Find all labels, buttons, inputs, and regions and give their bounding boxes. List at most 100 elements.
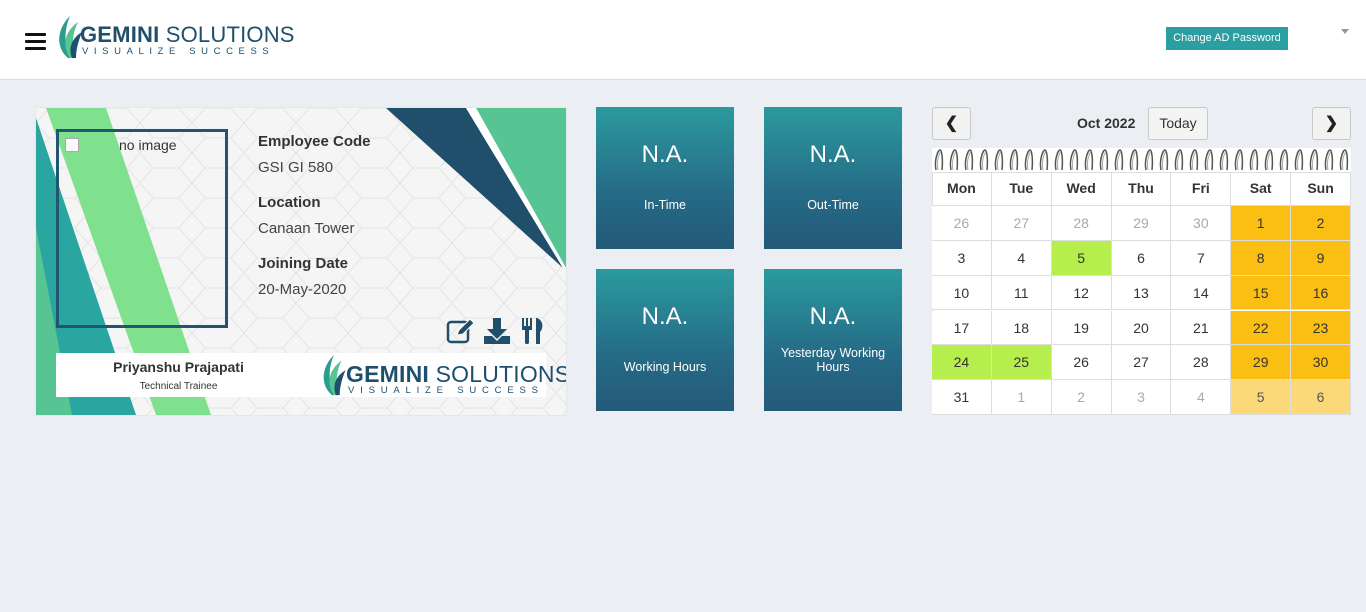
prev-month-button[interactable]: ❮ <box>932 107 971 140</box>
calendar-day-other-month[interactable]: 2 <box>1051 380 1112 415</box>
spiral-ring <box>1146 151 1152 171</box>
next-month-button[interactable]: ❯ <box>1312 107 1351 140</box>
spiral-ring <box>1326 151 1332 171</box>
spiral-ring <box>1114 149 1124 171</box>
working-hours-tile[interactable]: N.A. Working Hours <box>596 269 734 411</box>
attendance-calendar: ❮ Oct 2022 Today ❯ Mon Tue Wed Thu Fri Sat Sun… <box>932 107 1351 415</box>
calendar-day[interactable]: 26 <box>1051 345 1112 381</box>
edit-icon[interactable] <box>446 316 476 346</box>
calendar-day[interactable]: 2 <box>1291 206 1351 241</box>
calendar-day[interactable]: 24 <box>932 345 992 381</box>
calendar-day-other-month[interactable]: 26 <box>932 206 992 241</box>
spiral-ring <box>979 149 989 171</box>
calendar-day[interactable]: 16 <box>1291 275 1351 311</box>
employee-id-card: no image Employee Code GSI GI 580 Locati… <box>36 108 566 415</box>
calendar-day[interactable]: 15 <box>1231 275 1292 311</box>
calendar-day[interactable]: 29 <box>1231 345 1292 381</box>
food-icon[interactable] <box>518 316 548 346</box>
calendar-day[interactable]: 10 <box>932 275 992 311</box>
calendar-day[interactable]: 22 <box>1231 310 1292 346</box>
calendar-day[interactable]: 18 <box>991 310 1052 346</box>
location-label: Location <box>258 194 321 211</box>
weekday-header-fri: Fri <box>1171 172 1232 206</box>
employee-role: Technical Trainee <box>139 381 218 392</box>
calendar-day[interactable]: 31 <box>932 380 992 415</box>
spiral-ring <box>1101 151 1107 171</box>
spiral-ring <box>1176 151 1182 171</box>
calendar-day[interactable]: 12 <box>1051 275 1112 311</box>
card-logo-title: GEMINI SOLUTIONS <box>346 361 566 387</box>
spiral-ring <box>1129 149 1139 171</box>
spiral-ring <box>1294 149 1304 171</box>
spiral-ring <box>1249 149 1259 171</box>
calendar-day[interactable]: 21 <box>1171 310 1232 346</box>
spiral-ring <box>1041 151 1047 171</box>
calendar-day[interactable]: 20 <box>1111 310 1172 346</box>
out-time-label: Out-Time <box>807 198 859 212</box>
calendar-day-other-month[interactable]: 28 <box>1051 206 1112 241</box>
calendar-day[interactable]: 14 <box>1171 275 1232 311</box>
calendar-day-other-month[interactable]: 27 <box>991 206 1052 241</box>
calendar-day[interactable]: 25 <box>991 345 1052 381</box>
spiral-ring <box>1056 151 1062 171</box>
calendar-day-other-month[interactable]: 1 <box>991 380 1052 415</box>
joining-date-label: Joining Date <box>258 255 349 272</box>
company-logo[interactable]: GEMINI SOLUTIONS VISUALIZE SUCCESS <box>54 14 294 60</box>
calendar-day[interactable]: 11 <box>991 275 1052 311</box>
menu-icon[interactable] <box>25 33 46 51</box>
spiral-ring <box>1204 149 1214 171</box>
calendar-day[interactable]: 13 <box>1111 275 1172 311</box>
today-button[interactable]: Today <box>1148 107 1208 140</box>
spiral-ring <box>1024 149 1034 171</box>
calendar-day[interactable]: 9 <box>1291 240 1351 276</box>
calendar-day-other-month[interactable]: 5 <box>1231 380 1292 415</box>
calendar-day-other-month[interactable]: 29 <box>1111 206 1172 241</box>
calendar-day[interactable]: 27 <box>1111 345 1172 381</box>
spiral-ring <box>1221 151 1227 171</box>
calendar-day-other-month[interactable]: 3 <box>1111 380 1172 415</box>
employee-code-value: GSI GI 580 <box>258 159 334 176</box>
card-logo-tagline: VISUALIZE SUCCESS <box>348 385 544 396</box>
calendar-spiral-binding <box>932 148 1351 172</box>
employee-name: Priyanshu Prajapati <box>113 359 244 375</box>
calendar-day[interactable]: 5 <box>1051 240 1112 276</box>
in-time-label: In-Time <box>644 198 686 212</box>
calendar-day[interactable]: 28 <box>1171 345 1232 381</box>
employee-code-label: Employee Code <box>258 133 371 150</box>
calendar-day[interactable]: 6 <box>1111 240 1172 276</box>
joining-date-value: 20-May-2020 <box>258 281 347 298</box>
name-panel: Priyanshu Prajapati Technical Trainee GE… <box>56 353 566 397</box>
spiral-ring <box>1266 151 1272 171</box>
location-value: Canaan Tower <box>258 220 355 237</box>
calendar-day-other-month[interactable]: 30 <box>1171 206 1232 241</box>
calendar-day[interactable]: 7 <box>1171 240 1232 276</box>
calendar-day[interactable]: 23 <box>1291 310 1351 346</box>
spiral-ring <box>1251 151 1257 171</box>
employee-photo: no image <box>56 129 228 328</box>
user-menu-caret-icon[interactable] <box>1341 29 1349 34</box>
download-icon[interactable] <box>482 316 512 346</box>
in-time-tile[interactable]: N.A. In-Time <box>596 107 734 249</box>
logo-tagline: VISUALIZE SUCCESS <box>82 46 275 57</box>
calendar-day[interactable]: 3 <box>932 240 992 276</box>
spiral-ring <box>949 149 959 171</box>
calendar-day-other-month[interactable]: 4 <box>1171 380 1232 415</box>
calendar-day-other-month[interactable]: 6 <box>1291 380 1351 415</box>
out-time-tile[interactable]: N.A. Out-Time <box>764 107 902 249</box>
calendar-day[interactable]: 17 <box>932 310 992 346</box>
calendar-day[interactable]: 8 <box>1231 240 1292 276</box>
calendar-day[interactable]: 19 <box>1051 310 1112 346</box>
calendar-day[interactable]: 1 <box>1231 206 1292 241</box>
calendar-day[interactable]: 4 <box>991 240 1052 276</box>
calendar-day[interactable]: 30 <box>1291 345 1351 381</box>
spiral-ring <box>1234 149 1244 171</box>
spiral-ring <box>1159 149 1169 171</box>
change-ad-password-button[interactable]: Change AD Password <box>1166 27 1288 50</box>
calendar-grid: Mon Tue Wed Thu Fri Sat Sun 26 27 28 29 30 1 2 3 4 5 6 7 8 9… <box>932 172 1351 415</box>
spiral-ring <box>1219 149 1229 171</box>
yesterday-working-hours-tile[interactable]: N.A. Yesterday Working Hours <box>764 269 902 411</box>
weekday-header-sat: Sat <box>1231 172 1292 206</box>
spiral-ring <box>1069 149 1079 171</box>
spiral-ring <box>1174 149 1184 171</box>
spiral-ring <box>1011 151 1017 171</box>
